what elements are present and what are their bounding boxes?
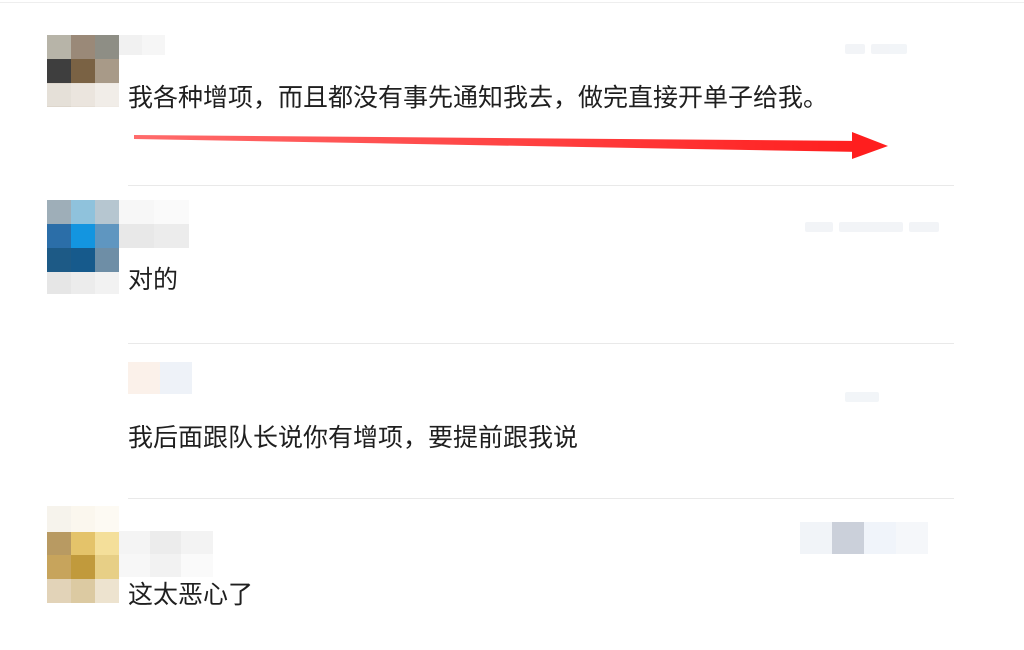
avatar-mosaic-cell xyxy=(47,200,71,224)
avatar-mosaic-cell xyxy=(95,555,119,579)
comment-text: 对的 xyxy=(128,265,179,294)
avatar-mosaic-cell xyxy=(71,555,95,579)
comment-divider xyxy=(128,185,954,186)
avatar-mosaic-cell xyxy=(95,579,119,603)
avatar-mosaic-cell xyxy=(47,531,71,555)
avatar-mosaic-cell xyxy=(71,224,95,248)
arrow-shaft xyxy=(134,135,862,152)
reply-avatar[interactable] xyxy=(128,362,192,394)
avatar-mosaic-cell xyxy=(47,579,71,603)
reply-timestamp-blurred xyxy=(845,392,879,402)
username-blurred[interactable] xyxy=(119,531,213,577)
username-blurred[interactable] xyxy=(119,200,189,248)
avatar-mosaic-cell xyxy=(95,200,119,224)
avatar-mosaic-cell xyxy=(47,248,71,272)
avatar[interactable] xyxy=(47,200,119,272)
reply-text: 我后面跟队长说你有增项，要提前跟我说 xyxy=(128,423,579,452)
reply-divider xyxy=(128,343,954,344)
avatar-mosaic-cell xyxy=(160,362,192,394)
avatar-mosaic-cell xyxy=(71,248,95,272)
like-count-blurred[interactable] xyxy=(800,522,928,554)
comment-divider xyxy=(128,498,954,499)
avatar-mosaic-cell xyxy=(71,531,95,555)
avatar-mosaic-cell xyxy=(95,531,119,555)
avatar-mosaic-cell xyxy=(95,248,119,272)
avatar-mosaic-cell xyxy=(128,362,160,394)
avatar-bottom-blur xyxy=(47,272,119,294)
avatar-mosaic-cell xyxy=(47,224,71,248)
timestamp-blurred xyxy=(805,222,939,232)
avatar-top-blur xyxy=(47,506,119,532)
avatar-mosaic-cell xyxy=(71,579,95,603)
avatar[interactable] xyxy=(47,531,119,603)
arrow-head xyxy=(852,132,888,159)
avatar-mosaic-cell xyxy=(95,224,119,248)
comment-text: 这太恶心了 xyxy=(128,580,254,609)
avatar-mosaic-cell xyxy=(71,200,95,224)
avatar-mosaic-cell xyxy=(47,555,71,579)
